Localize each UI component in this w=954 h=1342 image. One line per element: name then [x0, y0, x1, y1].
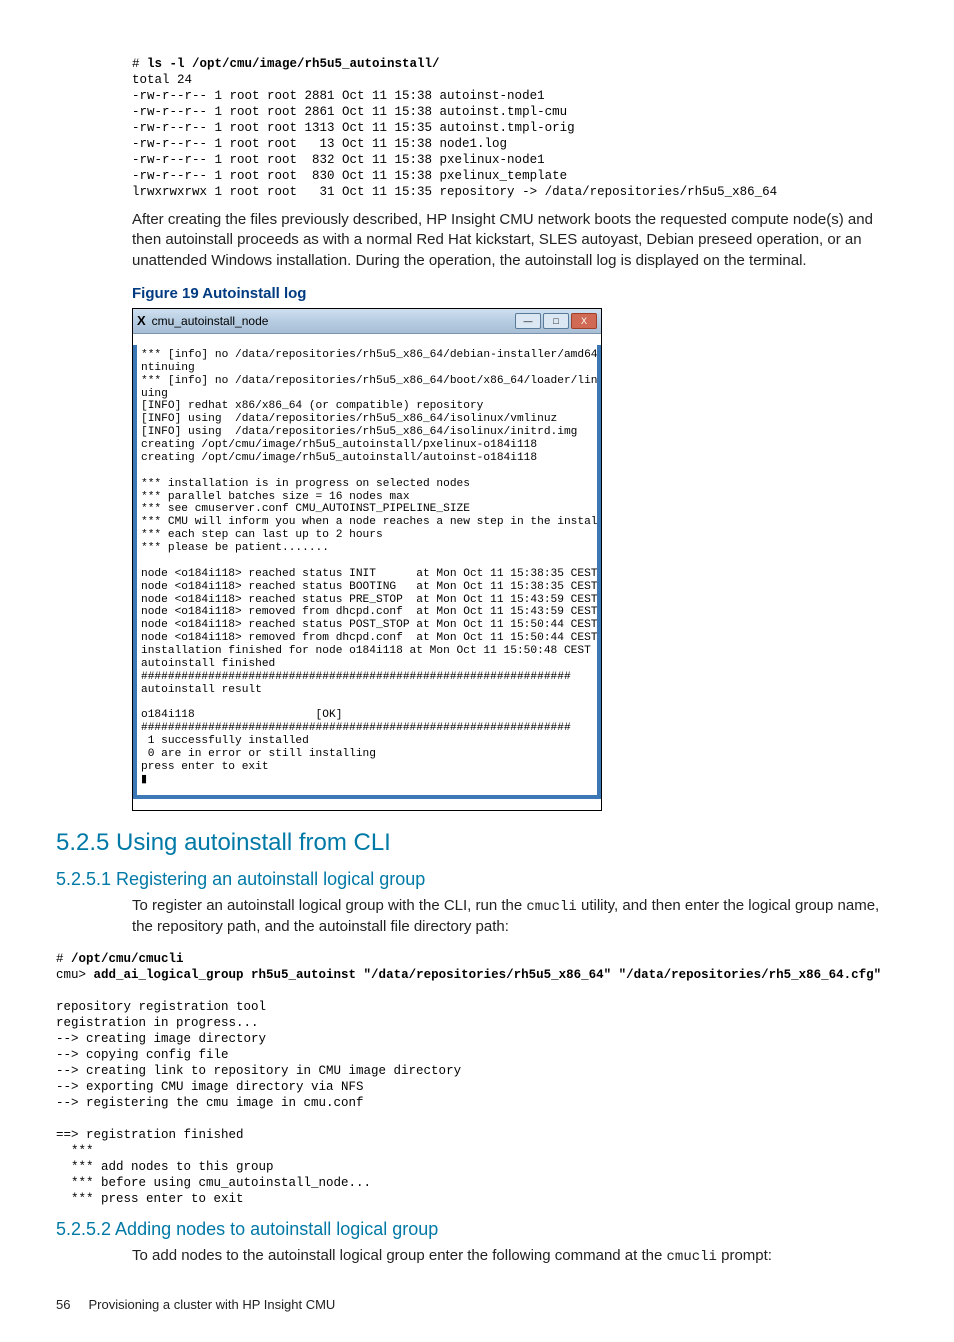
heading-5-2-5: 5.2.5 Using autoinstall from CLI — [56, 829, 898, 857]
heading-5-2-5-1: 5.2.5.1 Registering an autoinstall logic… — [56, 869, 898, 890]
x11-icon: X — [137, 313, 146, 328]
figure-caption: Figure 19 Autoinstall log — [132, 285, 898, 302]
paragraph-addnodes: To add nodes to the autoinstall logical … — [132, 1246, 898, 1267]
paragraph-intro: After creating the files previously desc… — [132, 210, 898, 271]
inline-cmucli-2: cmucli — [667, 1249, 717, 1265]
close-button[interactable]: X — [571, 313, 597, 329]
minimize-button[interactable]: — — [515, 313, 541, 329]
window-title: cmu_autoinstall_node — [152, 314, 269, 328]
maximize-button[interactable]: □ — [543, 313, 569, 329]
footer-title: Provisioning a cluster with HP Insight C… — [88, 1297, 335, 1312]
page-footer: 56 Provisioning a cluster with HP Insigh… — [56, 1297, 898, 1312]
heading-5-2-5-2: 5.2.5.2 Adding nodes to autoinstall logi… — [56, 1219, 898, 1240]
terminal-output: *** [info] no /data/repositories/rh5u5_x… — [133, 345, 601, 799]
page-number: 56 — [56, 1297, 70, 1312]
window-titlebar: X cmu_autoinstall_node — □ X — [133, 309, 601, 334]
screenshot-window: X cmu_autoinstall_node — □ X *** [info] … — [132, 308, 602, 811]
paragraph-register: To register an autoinstall logical group… — [132, 896, 898, 937]
inline-cmucli: cmucli — [526, 899, 576, 915]
code-block-register: # /opt/cmu/cmucli cmu> add_ai_logical_gr… — [56, 951, 898, 1207]
code-block-ls: # ls -l /opt/cmu/image/rh5u5_autoinstall… — [132, 56, 898, 200]
